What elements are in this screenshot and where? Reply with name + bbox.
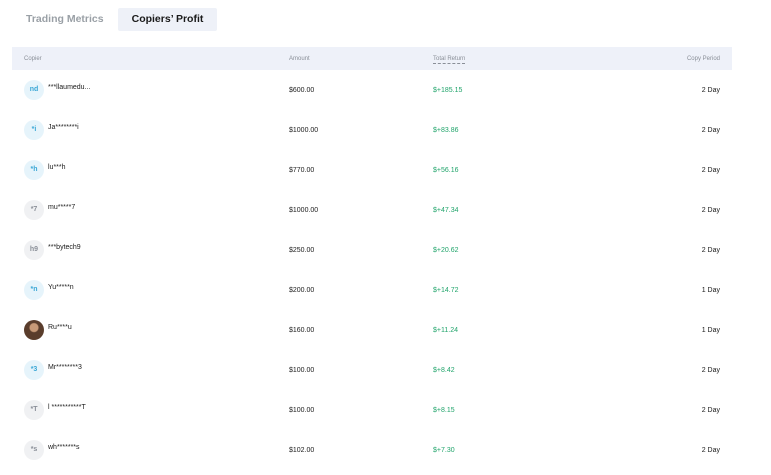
- copier-name: l ***********T: [48, 404, 86, 411]
- avatar: *s: [24, 440, 44, 460]
- copy-period-value: 1 Day: [701, 327, 720, 334]
- table-body: nd ***llaumedu... $600.00 $+185.15 2 Day…: [12, 70, 732, 470]
- avatar: *i: [24, 120, 44, 140]
- copy-period-value: 2 Day: [701, 87, 720, 94]
- copier-name: wh*******s: [48, 444, 80, 451]
- avatar: *h: [24, 160, 44, 180]
- amount-value: $600.00: [289, 87, 315, 94]
- header-total-return[interactable]: Total Return: [433, 56, 466, 64]
- copier-name: Ja********i: [48, 124, 79, 131]
- amount-value: $1000.00: [289, 207, 319, 214]
- copier-name: lu***h: [48, 164, 66, 171]
- total-return-value: $+7.30: [433, 447, 455, 454]
- tab-copiers-profit[interactable]: Copiers’ Profit: [117, 8, 218, 31]
- total-return-value: $+20.62: [433, 247, 459, 254]
- avatar: *7: [24, 200, 44, 220]
- avatar: *3: [24, 360, 44, 380]
- avatar-photo: [24, 320, 44, 340]
- table-header: Copier Amount Total Return Copy Period: [12, 47, 732, 70]
- total-return-value: $+8.42: [433, 367, 455, 374]
- total-return-value: $+14.72: [433, 287, 459, 294]
- copy-period-value: 2 Day: [701, 247, 720, 254]
- total-return-value: $+47.34: [433, 207, 459, 214]
- copier-name: mu*****7: [48, 204, 76, 211]
- copier-name: ***bytech9: [48, 244, 81, 251]
- copier-name: Ru****u: [48, 324, 72, 331]
- table-row: *T l ***********T $100.00 $+8.15 2 Day: [12, 390, 732, 430]
- total-return-value: $+8.15: [433, 407, 455, 414]
- avatar: h9: [24, 240, 44, 260]
- total-return-value: $+11.24: [433, 327, 458, 334]
- header-copier: Copier: [24, 56, 42, 62]
- copiers-table: Copier Amount Total Return Copy Period n…: [12, 47, 732, 470]
- amount-value: $200.00: [289, 287, 315, 294]
- amount-value: $100.00: [289, 367, 315, 374]
- amount-value: $1000.00: [289, 127, 319, 134]
- table-row: *i Ja********i $1000.00 $+83.86 2 Day: [12, 110, 732, 150]
- table-row: *n Yu*****n $200.00 $+14.72 1 Day: [12, 270, 732, 310]
- copy-period-value: 2 Day: [701, 127, 720, 134]
- copy-period-value: 2 Day: [701, 367, 720, 374]
- table-row: h9 ***bytech9 $250.00 $+20.62 2 Day: [12, 230, 732, 270]
- amount-value: $102.00: [289, 447, 315, 454]
- copier-name: ***llaumedu...: [48, 84, 91, 91]
- total-return-value: $+83.86: [433, 127, 459, 134]
- amount-value: $100.00: [289, 407, 315, 414]
- copy-period-value: 2 Day: [701, 407, 720, 414]
- tab-trading-metrics[interactable]: Trading Metrics: [12, 8, 118, 31]
- table-row: nd ***llaumedu... $600.00 $+185.15 2 Day: [12, 70, 732, 110]
- amount-value: $250.00: [289, 247, 315, 254]
- table-row: *s wh*******s $102.00 $+7.30 2 Day: [12, 430, 732, 470]
- table-row: *3 Mr********3 $100.00 $+8.42 2 Day: [12, 350, 732, 390]
- avatar: nd: [24, 80, 44, 100]
- total-return-value: $+185.15: [433, 87, 463, 94]
- amount-value: $770.00: [289, 167, 315, 174]
- table-row: Ru****u $160.00 $+11.24 1 Day: [12, 310, 732, 350]
- header-amount: Amount: [289, 56, 310, 62]
- avatar: *T: [24, 400, 44, 420]
- table-row: *h lu***h $770.00 $+56.16 2 Day: [12, 150, 732, 190]
- avatar: *n: [24, 280, 44, 300]
- copy-period-value: 2 Day: [701, 207, 720, 214]
- copy-period-value: 2 Day: [701, 167, 720, 174]
- copier-name: Yu*****n: [48, 284, 74, 291]
- copy-period-value: 2 Day: [701, 447, 720, 454]
- amount-value: $160.00: [289, 327, 315, 334]
- header-copy-period: Copy Period: [686, 56, 720, 62]
- copy-period-value: 1 Day: [701, 287, 720, 294]
- total-return-value: $+56.16: [433, 167, 459, 174]
- tab-bar: Trading Metrics Copiers’ Profit: [12, 8, 218, 31]
- table-row: *7 mu*****7 $1000.00 $+47.34 2 Day: [12, 190, 732, 230]
- copier-name: Mr********3: [48, 364, 82, 371]
